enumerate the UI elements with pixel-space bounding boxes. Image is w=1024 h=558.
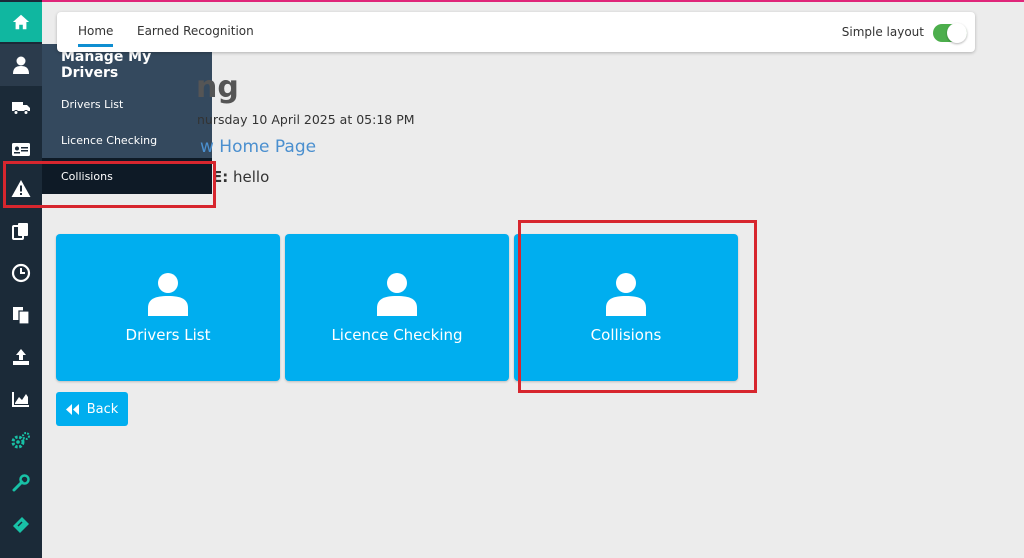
chart-icon [12,392,29,407]
last-login-timestamp: nursday 10 April 2025 at 05:18 PM [197,112,415,127]
sidebar-item-settings[interactable] [0,420,42,462]
clock-icon [11,263,31,283]
user-icon [13,56,29,74]
view-home-page-link[interactable]: w Home Page [200,137,316,157]
tab-earned-recognition[interactable]: Earned Recognition [137,24,254,38]
user-icon [148,273,188,316]
back-button-label: Back [86,401,119,417]
sidebar-item-upload[interactable] [0,336,42,378]
files-icon [13,307,30,325]
wrench-icon [12,474,30,492]
page-title: ng [196,70,239,105]
top-nav-bar: Home Earned Recognition Simple layout [57,12,975,52]
tile-licence-checking[interactable]: Licence Checking [285,234,509,381]
highlight-box-collisions-menu [3,161,216,208]
top-accent-line [0,0,1024,2]
gears-icon [11,432,30,449]
toggle-knob [947,23,967,43]
truck-icon [12,102,30,115]
notice-text: E: hello [212,168,269,186]
ticket-icon [13,517,29,533]
simple-layout-toggle[interactable] [933,23,967,43]
id-card-icon [12,143,30,156]
menu-item-drivers-list[interactable]: Drivers List [42,86,212,122]
tab-home[interactable]: Home [78,24,114,47]
documents-icon [12,223,28,240]
back-button[interactable]: Back [56,392,128,426]
sidebar-item-drivers[interactable] [0,44,42,86]
upload-icon [13,349,29,365]
tile-drivers-list[interactable]: Drivers List [56,234,280,381]
tile-label: Drivers List [125,326,211,344]
sidebar-item-history[interactable] [0,252,42,294]
sidebar-item-documents[interactable] [0,210,42,252]
sidebar [0,0,42,558]
tile-label: Licence Checking [331,326,463,344]
double-chevron-left-icon [65,403,79,415]
notice-value: hello [233,168,270,186]
sidebar-item-home[interactable] [0,2,42,42]
highlight-box-collisions-tile [518,220,757,393]
sidebar-item-vehicles[interactable] [0,86,42,128]
sidebar-item-files[interactable] [0,294,42,336]
sidebar-item-tickets[interactable] [0,504,42,546]
user-icon [377,273,417,316]
sidebar-item-tools[interactable] [0,462,42,504]
home-icon [12,14,30,30]
simple-layout-label: Simple layout [841,25,924,39]
menu-item-licence-checking[interactable]: Licence Checking [42,122,212,158]
sidebar-item-reports[interactable] [0,378,42,420]
